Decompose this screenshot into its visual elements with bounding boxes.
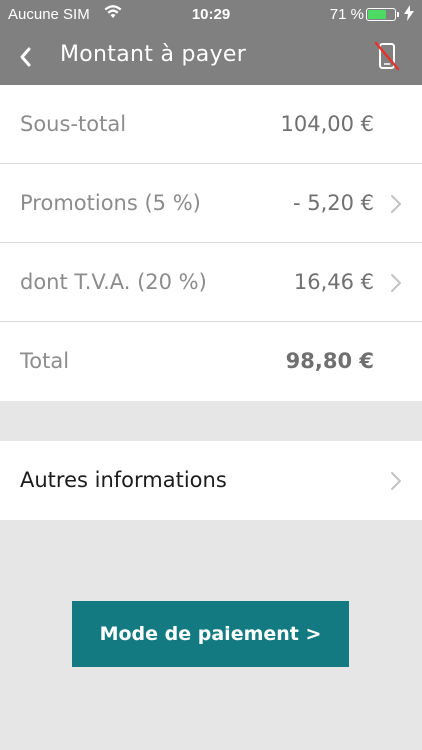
- other-info-row[interactable]: Autres informations: [0, 441, 422, 520]
- vat-label: dont T.V.A. (20 %): [20, 270, 207, 294]
- navigation-bar: Montant à payer: [0, 30, 422, 85]
- status-bar: Aucune SIM 10:29 71 %: [0, 0, 422, 30]
- payment-method-button[interactable]: Mode de paiement >: [72, 601, 349, 667]
- battery-tip: [397, 12, 399, 17]
- other-info-section: Autres informations: [0, 441, 422, 520]
- total-row: Total 98,80 €: [0, 322, 422, 401]
- total-value: 98,80 €: [285, 349, 374, 373]
- phone-disabled-button[interactable]: [372, 39, 402, 73]
- chevron-left-icon: [20, 47, 31, 67]
- subtotal-value: 104,00 €: [280, 112, 374, 136]
- total-label: Total: [20, 349, 70, 373]
- page-title: Montant à payer: [60, 42, 247, 67]
- battery-level: [368, 10, 387, 19]
- back-button[interactable]: [14, 42, 40, 72]
- charging-icon: [404, 5, 414, 24]
- subtotal-label: Sous-total: [20, 112, 127, 136]
- other-info-label: Autres informations: [20, 468, 227, 492]
- chevron-right-icon: [391, 472, 401, 490]
- amount-summary: Sous-total 104,00 € Promotions (5 %) - 5…: [0, 85, 422, 401]
- subtotal-row: Sous-total 104,00 €: [0, 85, 422, 164]
- phone-disabled-icon: [374, 41, 400, 71]
- chevron-right-icon: [391, 195, 401, 213]
- promotions-label: Promotions (5 %): [20, 191, 201, 215]
- battery-icon: [366, 8, 396, 21]
- vat-value: 16,46 €: [293, 270, 374, 294]
- battery-percent: 71 %: [329, 6, 364, 23]
- chevron-right-icon: [391, 274, 401, 292]
- vat-row[interactable]: dont T.V.A. (20 %) 16,46 €: [0, 243, 422, 322]
- promotions-row[interactable]: Promotions (5 %) - 5,20 €: [0, 164, 422, 243]
- promotions-value: - 5,20 €: [292, 191, 374, 215]
